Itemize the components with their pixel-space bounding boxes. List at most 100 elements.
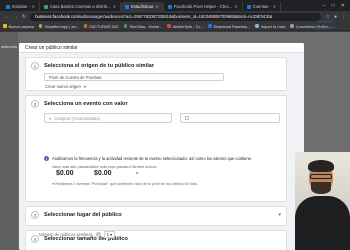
section-title: Selecciona un evento con valor (44, 101, 128, 107)
bookmark-favicon-icon (167, 24, 171, 28)
webcam-person-beard (311, 182, 331, 194)
folder-icon (3, 24, 7, 28)
bookmark-favicon-icon (290, 24, 294, 28)
stat-label: Valor más alto pasado (52, 164, 91, 169)
minimize-icon[interactable]: – (323, 3, 326, 9)
lookalike-count-row: Número de públicos similares i 1 ▾ (39, 231, 116, 238)
webcam-person-body (295, 196, 350, 250)
browser-tab-strip: rtunidas - ✕ Casa Bambú Carretas a distr… (0, 0, 350, 11)
tab-label: Casa Bambú Carretas a distrib... (49, 4, 111, 9)
stat-value: $0.00 (56, 170, 74, 177)
close-tab-icon[interactable]: ✕ (273, 4, 276, 9)
value-checkbox[interactable] (185, 116, 189, 120)
page-left-nav: adiences (0, 32, 18, 250)
menu-icon[interactable]: ⋮ (341, 14, 346, 20)
browser-tab-active[interactable]: Estadísticas ✕ (120, 2, 164, 11)
tab-label: rtunidas - (12, 4, 30, 9)
create-new-source-dropdown[interactable]: Crear nuevo origen ▾ (44, 82, 86, 90)
tab-label: Facebook Pixel Helper - Chro... (173, 4, 233, 9)
close-tab-icon[interactable]: ✕ (113, 4, 116, 9)
bookmark-label: Shopified App | es... (44, 23, 79, 29)
tab-favicon-icon (43, 4, 48, 9)
show-suggestions-link[interactable]: Mostrar sugerencias (310, 19, 340, 30)
stat-label: Clientes únicos (130, 164, 157, 169)
step-number: 2 (31, 100, 39, 108)
info-text: Analizamos la frecuencia y la actividad … (52, 156, 253, 161)
bookmark-item[interactable]: Nueva carpeta (3, 24, 34, 29)
bookmark-label: FACTURAR SAT (89, 23, 119, 29)
bookmark-favicon-icon (123, 24, 128, 28)
stat-label: Valor más bajo pasado (90, 164, 130, 169)
show-suggestions-label: Mostrar sugerencias (313, 19, 337, 30)
tab-favicon-icon (167, 4, 172, 9)
section-source: 1 Selecciona el origen de tu público sim… (25, 57, 287, 91)
tab-label: Estadísticas (130, 4, 154, 9)
create-new-label: Crear nuevo origen (45, 83, 81, 89)
tab-favicon-icon (6, 4, 10, 9)
bookmark-label: Import to Lists (260, 23, 286, 29)
webcam-person-glasses (310, 174, 332, 179)
event-select-chevron-icon: ▾ (49, 115, 52, 121)
section-title: Seleccionar lugar del público (44, 212, 122, 218)
browser-tab[interactable]: Facebook Pixel Helper - Chro... ✕ (164, 2, 243, 11)
bookmarks-bar: Nueva carpeta Shopified App | es... FACT… (0, 22, 350, 31)
lookalike-count-label: Número de públicos similares (39, 232, 93, 237)
event-select[interactable]: ▾ Comprar (recomendado) (44, 113, 172, 123)
bookmark-item[interactable]: Download Faceboo... (208, 24, 250, 29)
maximize-icon[interactable]: □ (332, 3, 335, 9)
browser-tab[interactable]: rtunidas - ✕ (2, 2, 40, 11)
bookmark-label: Nueva carpeta (8, 23, 34, 29)
purchase-events-note: ● Recibimos 0 eventos "Purchase" que con… (52, 182, 198, 186)
bookmark-item[interactable]: Import to Lists (255, 24, 285, 29)
tab-favicon-icon (124, 4, 129, 9)
browser-tab[interactable]: Cuentas - ✕ (243, 2, 282, 11)
bookmark-favicon-icon (83, 24, 88, 28)
bookmark-favicon-icon (38, 24, 43, 28)
bookmark-favicon-icon (255, 24, 259, 28)
url-field[interactable]: business.facebook.com /adsmanager/audien… (30, 12, 322, 21)
bookmark-label: TeloCitas - Home... (129, 23, 163, 29)
webcam-person-hair (308, 160, 334, 172)
bookmark-label: Download Faceboo... (213, 23, 251, 29)
lookalike-count-select[interactable]: 1 ▾ (103, 231, 116, 238)
browser-tab[interactable]: Casa Bambú Carretas a distrib... ✕ (40, 2, 121, 11)
dialog-header: Crear un público similar (19, 43, 304, 53)
step-number: 4 (31, 235, 39, 243)
tab-favicon-icon (246, 4, 251, 9)
event-value: Comprar (recomendado) (54, 115, 100, 121)
section-title: Selecciona el origen de tu público simil… (44, 63, 155, 69)
tab-label: Cuentas - (252, 4, 271, 9)
bookmark-item[interactable]: AltaDeSols - Tu... (167, 24, 203, 29)
chevron-down-icon[interactable]: ▾ (278, 212, 281, 218)
close-tab-icon[interactable]: ✕ (234, 4, 237, 9)
url-path: /adsmanager/audiences?act=29577620873359… (78, 14, 273, 19)
info-message: i Analizamos la frecuencia y la activida… (44, 156, 252, 161)
info-icon: i (95, 232, 101, 237)
forward-icon[interactable]: → (13, 14, 18, 20)
chevron-down-icon: ▾ (83, 83, 86, 89)
close-tab-icon[interactable]: ✕ (31, 4, 34, 9)
back-icon[interactable]: ← (4, 14, 9, 20)
stat-value: $0.00 (94, 170, 112, 177)
close-tab-icon[interactable]: ✕ (156, 4, 159, 9)
section-event-value: 2 Selecciona un evento con valor ▾ Compr… (25, 95, 287, 202)
bookmark-item[interactable]: Shopified App | es... (38, 23, 79, 29)
source-value: Píxel de Cuenta de Pruebas (49, 74, 102, 80)
info-icon: i (44, 156, 49, 161)
url-domain: business.facebook.com (35, 14, 79, 19)
section-location[interactable]: 3 Seleccionar lugar del público ▾ (25, 206, 287, 226)
bookmark-item[interactable]: FACTURAR SAT (83, 23, 119, 29)
reload-icon[interactable]: ↻ (22, 14, 26, 20)
source-input[interactable]: Píxel de Cuenta de Pruebas (44, 73, 224, 81)
page-side-label: adiences (1, 44, 18, 49)
note-text: Recibimos 0 eventos "Purchase" que conti… (55, 182, 198, 186)
create-lookalike-audience-dialog: Crear un público similar 1 Selecciona el… (19, 43, 304, 250)
value-parameter-select[interactable] (180, 113, 280, 123)
webcam-overlay (295, 152, 350, 250)
window-controls: – □ ✕ (318, 3, 350, 11)
stat-value: - (136, 170, 139, 177)
bookmark-item[interactable]: TeloCitas - Home... (123, 23, 163, 29)
address-bar-row: ← → ↻ business.facebook.com /adsmanager/… (0, 11, 350, 22)
step-number: 1 (31, 62, 39, 70)
close-window-icon[interactable]: ✕ (341, 3, 345, 9)
